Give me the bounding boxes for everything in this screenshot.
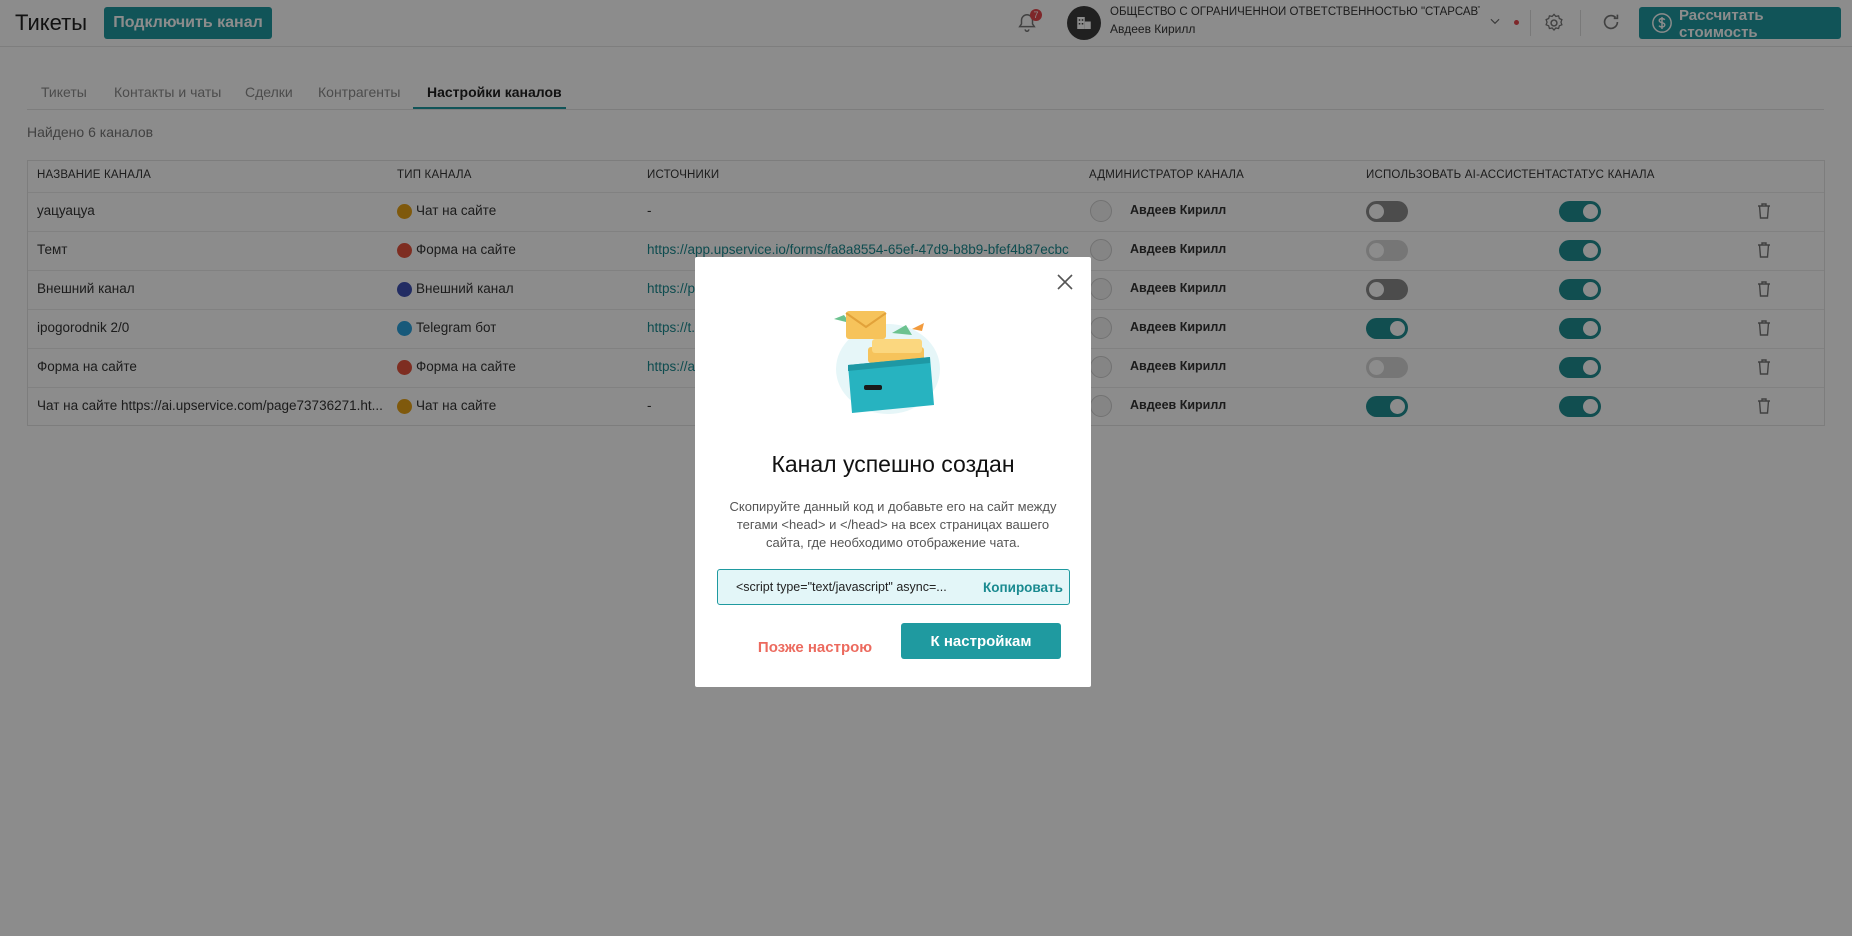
embed-code-text[interactable]: <script type="text/javascript" async=...	[736, 580, 954, 594]
dialog-description: Скопируйте данный код и добавьте его на …	[729, 499, 1057, 550]
configure-later-button[interactable]: Позже настрою	[735, 630, 895, 664]
copy-button[interactable]: Копировать	[983, 580, 1063, 595]
close-icon[interactable]	[1056, 273, 1074, 291]
mailbox-illustration	[834, 311, 940, 414]
channel-created-dialog: Канал успешно создан Скопируйте данный к…	[695, 257, 1091, 687]
dialog-title: Канал успешно создан	[771, 451, 1015, 477]
embed-code-field[interactable]: <script type="text/javascript" async=...…	[717, 569, 1070, 605]
go-to-settings-button[interactable]: К настройкам	[901, 623, 1061, 659]
